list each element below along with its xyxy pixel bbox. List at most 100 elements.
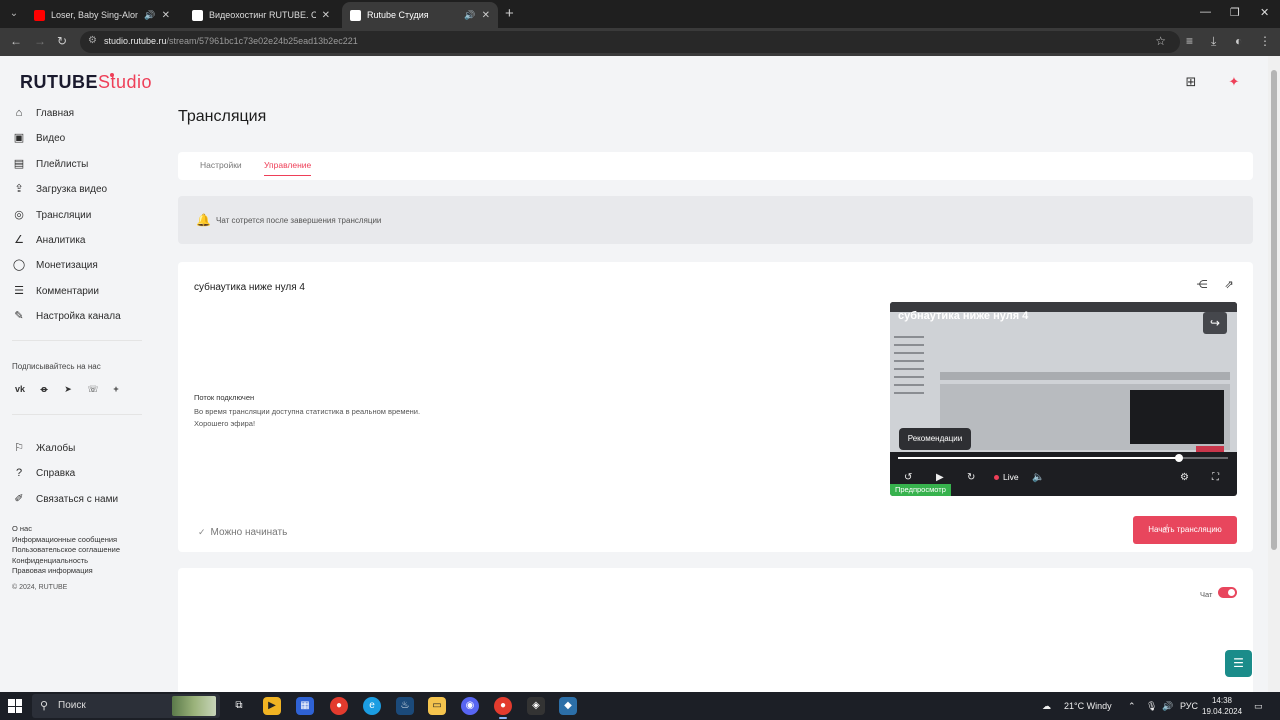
notifications-icon[interactable]: ▭ bbox=[1254, 701, 1263, 712]
support-chat-button[interactable]: ☰ bbox=[1225, 650, 1252, 677]
sidebar-item-complaints[interactable]: ⚐ Жалобы bbox=[12, 441, 75, 455]
minimize-icon[interactable]: — bbox=[1200, 6, 1211, 18]
play-icon[interactable]: ▶ bbox=[936, 472, 944, 483]
playlist-icon: ▤ bbox=[13, 158, 25, 170]
close-window-icon[interactable]: ✕ bbox=[1260, 6, 1269, 19]
tab-settings[interactable]: Настройки bbox=[200, 160, 242, 170]
external-link-icon[interactable]: ⇗ bbox=[1222, 278, 1236, 292]
tray-chevron-icon[interactable]: ⌃ bbox=[1128, 701, 1136, 712]
url-text[interactable]: studio.rutube.ru/stream/57961bc1c73e02e2… bbox=[104, 36, 358, 46]
sidebar-item-broadcasts[interactable]: ◎ Трансляции bbox=[12, 208, 91, 222]
add-content-icon[interactable]: ⊞ bbox=[1183, 74, 1199, 90]
browser-tab-3[interactable]: Rutube Студия 🔊 ✕ bbox=[342, 2, 498, 28]
player-mini-player bbox=[1130, 390, 1224, 444]
game-icon[interactable]: ◆ bbox=[559, 697, 577, 715]
sidebar-divider bbox=[12, 340, 142, 341]
avatar[interactable]: ✦ bbox=[1226, 74, 1242, 90]
sidebar-item-monetization[interactable]: ◯ Монетизация bbox=[12, 258, 98, 272]
taskbar-search[interactable]: ⚲ Поиск bbox=[32, 694, 220, 718]
sound-icon[interactable]: 🔊 bbox=[144, 10, 155, 21]
restore-icon[interactable]: ❐ bbox=[1230, 6, 1240, 19]
close-tab-icon[interactable]: ✕ bbox=[322, 10, 330, 21]
progress-handle[interactable] bbox=[1174, 454, 1183, 462]
new-tab-icon[interactable]: + bbox=[505, 5, 514, 22]
forward-icon[interactable]: → bbox=[34, 34, 46, 48]
sidebar-item-channel-settings[interactable]: ✎ Настройка канала bbox=[12, 309, 120, 323]
tab-management[interactable]: Управление bbox=[264, 160, 312, 176]
footer-link-info[interactable]: Информационные сообщения bbox=[12, 535, 120, 546]
browser-tab-1[interactable]: Loser, Baby Sing-Along | H 🔊 ✕ bbox=[26, 2, 178, 28]
browser-menu-icon[interactable]: ⋮ bbox=[1259, 34, 1271, 48]
store-icon[interactable]: ▦ bbox=[296, 697, 314, 715]
footer-link-privacy[interactable]: Конфиденциальность bbox=[12, 556, 120, 567]
chrome-active-icon[interactable]: ● bbox=[494, 697, 512, 715]
settings-gear-icon[interactable]: ⚙ bbox=[1180, 472, 1189, 483]
back-icon[interactable]: ← bbox=[10, 34, 22, 48]
sound-icon[interactable]: 🔊 bbox=[464, 10, 475, 21]
recommendations-button[interactable]: Рекомендации bbox=[899, 428, 971, 450]
live-dot bbox=[994, 475, 999, 481]
chrome-icon[interactable]: ● bbox=[330, 697, 348, 715]
more-icon[interactable]: + bbox=[109, 382, 123, 396]
sidebar-item-analytics[interactable]: ∠ Аналитика bbox=[12, 233, 85, 247]
ok-icon[interactable]: ꝋ bbox=[37, 382, 51, 396]
rewind-icon[interactable]: ↺ bbox=[904, 472, 912, 483]
profile-icon[interactable]: ◐ bbox=[1235, 34, 1242, 48]
scrollbar-thumb[interactable] bbox=[1271, 70, 1277, 550]
player-share-icon[interactable]: ↪ bbox=[1203, 312, 1227, 334]
forward-10-icon[interactable]: ↻ bbox=[967, 472, 975, 483]
tab-search-icon[interactable]: ⌄ bbox=[6, 6, 22, 22]
search-icon: ⚲ bbox=[40, 700, 49, 712]
file-explorer-icon[interactable]: ▭ bbox=[428, 697, 446, 715]
player-mini-button bbox=[1196, 446, 1224, 452]
sidebar-item-home[interactable]: ⌂ Главная bbox=[12, 106, 74, 120]
sidebar-item-playlists[interactable]: ▤ Плейлисты bbox=[12, 157, 89, 171]
footer-link-about[interactable]: О нас bbox=[12, 524, 120, 535]
steam-icon[interactable]: ♨ bbox=[396, 697, 414, 715]
broadcast-icon: ◎ bbox=[14, 209, 24, 221]
language-indicator[interactable]: РУС bbox=[1180, 701, 1198, 711]
footer-link-legal[interactable]: Правовая информация bbox=[12, 566, 120, 577]
footer-link-terms[interactable]: Пользовательское соглашение bbox=[12, 545, 120, 556]
player-progress-bar[interactable] bbox=[898, 454, 1228, 462]
rutube-studio-logo[interactable]: RUTUBEStudio bbox=[20, 72, 152, 93]
sidebar-item-upload[interactable]: ⇪ Загрузка видео bbox=[12, 182, 107, 196]
preview-player[interactable]: субнаутика ниже нуля 4 ↪ Рекомендации ↺ … bbox=[890, 302, 1237, 496]
site-info-icon[interactable]: ⚙ bbox=[88, 35, 97, 46]
windows-start-icon[interactable] bbox=[8, 699, 22, 713]
fullscreen-icon[interactable]: ⛶ bbox=[1212, 472, 1219, 483]
chat-toggle[interactable] bbox=[1218, 587, 1237, 598]
telegram-icon[interactable]: ➤ bbox=[61, 382, 75, 396]
reload-icon[interactable]: ↻ bbox=[57, 34, 67, 48]
stream-status-greeting: Хорошего эфира! bbox=[194, 419, 256, 428]
bookmark-star-icon[interactable]: ☆ bbox=[1155, 34, 1166, 48]
edge-icon[interactable]: e bbox=[363, 697, 381, 715]
weather-icon[interactable]: ☁ bbox=[1042, 701, 1051, 712]
speaker-icon[interactable]: 🔊 bbox=[1162, 701, 1173, 712]
app-icon[interactable]: ◈ bbox=[527, 697, 545, 715]
download-icon[interactable]: ⤓ bbox=[1211, 34, 1216, 49]
sidebar-item-help[interactable]: ? Справка bbox=[12, 466, 75, 480]
share-icon[interactable]: ⋲ bbox=[1195, 278, 1209, 292]
chat-notice: 🔔 Чат сотрется после завершения трансляц… bbox=[178, 196, 1253, 244]
sidebar-item-contact[interactable]: ✐ Связаться с нами bbox=[12, 492, 118, 506]
sidebar-item-video[interactable]: ▣ Видео bbox=[12, 131, 65, 145]
start-broadcast-button[interactable]: Начать трансляцию bbox=[1133, 516, 1237, 544]
task-view-icon[interactable]: ⧉ bbox=[230, 697, 248, 715]
close-tab-icon[interactable]: ✕ bbox=[162, 10, 170, 21]
media-app-icon[interactable]: ▶ bbox=[263, 697, 281, 715]
microphone-icon[interactable]: 🎙 bbox=[1146, 701, 1157, 712]
page-scrollbar[interactable] bbox=[1268, 56, 1280, 692]
live-indicator[interactable]: Live bbox=[994, 472, 1019, 482]
weather-text[interactable]: 21°C Windy bbox=[1064, 701, 1112, 711]
close-tab-icon[interactable]: ✕ bbox=[482, 10, 490, 21]
browser-tab-2[interactable]: Видеохостинг RUTUBE. Смотр ✕ bbox=[184, 2, 338, 28]
volume-icon[interactable]: 🔈 bbox=[1032, 472, 1044, 483]
discord-icon[interactable]: ◉ bbox=[461, 697, 479, 715]
viber-icon[interactable]: ☏ bbox=[86, 382, 100, 396]
sidebar-item-comments[interactable]: ☰ Комментарии bbox=[12, 284, 99, 298]
taskbar-clock[interactable]: 14:38 19.04.2024 bbox=[1202, 695, 1242, 717]
vk-icon[interactable]: vk bbox=[13, 382, 27, 396]
playlist-media-icon[interactable]: ≡ bbox=[1186, 34, 1193, 48]
address-bar[interactable]: ⚙ studio.rutube.ru/stream/57961bc1c73e02… bbox=[80, 31, 1180, 53]
